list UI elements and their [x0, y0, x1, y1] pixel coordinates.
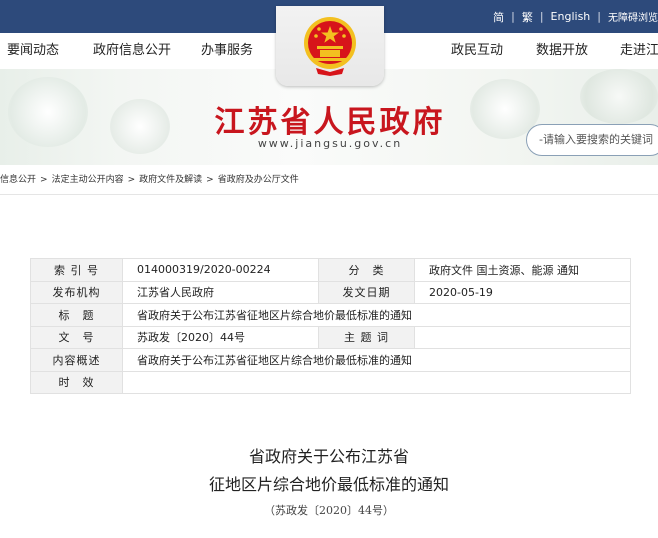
- nav-item-news[interactable]: 要闻动态: [7, 33, 59, 69]
- breadcrumb-bar: 信息公开 > 法定主动公开内容 > 政府文件及解读 > 省政府及办公厅文件: [0, 165, 658, 195]
- category-value: 政府文件 国土资源、能源 通知: [414, 258, 631, 282]
- breadcrumb: 信息公开 > 法定主动公开内容 > 政府文件及解读 > 省政府及办公厅文件: [0, 165, 299, 195]
- accessibility-link[interactable]: 无障碍浏览: [601, 9, 658, 24]
- category-label: 分 类: [318, 258, 415, 282]
- issue-date-value: 2020-05-19: [414, 280, 631, 304]
- table-row: 内容概述 省政府关于公布江苏省征地区片综合地价最低标准的通知: [30, 348, 631, 372]
- table-row: 索 引 号 014000319/2020-00224 分 类 政府文件 国土资源…: [30, 258, 631, 282]
- nav-item-about[interactable]: 走进江: [620, 33, 658, 69]
- decorative-flower: [110, 99, 170, 154]
- index-number-value: 014000319/2020-00224: [122, 258, 319, 282]
- traditional-chinese-link[interactable]: 繁: [515, 9, 540, 25]
- breadcrumb-item-info-disclosure[interactable]: 信息公开: [0, 175, 36, 185]
- search-input[interactable]: -请输入要搜索的关键词: [526, 124, 658, 156]
- top-links: 简 | 繁 | English | 无障碍浏览: [486, 0, 658, 33]
- site-url: www.jiangsu.gov.cn: [257, 137, 403, 150]
- document-number-label: 文 号: [30, 325, 123, 349]
- table-row: 发布机构 江苏省人民政府 发文日期 2020-05-19: [30, 280, 631, 304]
- breadcrumb-item-provincial-documents[interactable]: 省政府及办公厅文件: [218, 175, 299, 185]
- validity-label: 时 效: [30, 370, 123, 394]
- document-number: （苏政发〔2020〕44号）: [264, 504, 394, 517]
- national-emblem-tab[interactable]: [276, 6, 384, 86]
- decorative-flower: [8, 77, 88, 147]
- validity-value: [122, 370, 631, 394]
- document-title: 省政府关于公布江苏省 征地区片综合地价最低标准的通知: [0, 443, 658, 499]
- index-number-label: 索 引 号: [30, 258, 123, 282]
- issue-date-label: 发文日期: [318, 280, 415, 304]
- site-title: 江苏省人民政府: [214, 105, 446, 140]
- document-title-line: 征地区片综合地价最低标准的通知: [208, 475, 449, 494]
- document-meta-table: 索 引 号 014000319/2020-00224 分 类 政府文件 国土资源…: [30, 258, 631, 394]
- publisher-value: 江苏省人民政府: [122, 280, 319, 304]
- nav-item-interaction[interactable]: 政民互动: [451, 33, 503, 69]
- breadcrumb-separator: >: [127, 175, 136, 185]
- summary-label: 内容概述: [30, 348, 123, 372]
- title-value: 省政府关于公布江苏省征地区片综合地价最低标准的通知: [122, 303, 631, 327]
- nav-item-open-data[interactable]: 数据开放: [536, 33, 588, 69]
- document-title-line: 省政府关于公布江苏省: [248, 447, 409, 466]
- national-emblem-icon: [304, 17, 356, 76]
- breadcrumb-separator: >: [40, 175, 48, 185]
- nav-item-services[interactable]: 办事服务: [201, 33, 253, 69]
- table-row: 时 效: [30, 370, 631, 394]
- document-number-value: 苏政发〔2020〕44号: [122, 325, 319, 349]
- breadcrumb-separator: >: [206, 175, 214, 185]
- table-row: 文 号 苏政发〔2020〕44号 主 题 词: [30, 325, 631, 349]
- breadcrumb-item-statutory-content[interactable]: 法定主动公开内容: [52, 175, 124, 185]
- page-root: 简 | 繁 | English | 无障碍浏览 要闻动态 政府信息公开 办事服务…: [0, 0, 658, 538]
- title-label: 标 题: [30, 303, 123, 327]
- english-link[interactable]: English: [544, 10, 598, 23]
- summary-value: 省政府关于公布江苏省征地区片综合地价最低标准的通知: [122, 348, 631, 372]
- simplified-chinese-link[interactable]: 简: [486, 9, 511, 25]
- nav-item-info-disclosure[interactable]: 政府信息公开: [93, 33, 171, 69]
- subject-label: 主 题 词: [318, 325, 415, 349]
- publisher-label: 发布机构: [30, 280, 123, 304]
- table-row: 标 题 省政府关于公布江苏省征地区片综合地价最低标准的通知: [30, 303, 631, 327]
- breadcrumb-item-gov-documents[interactable]: 政府文件及解读: [139, 175, 202, 185]
- subject-value: [414, 325, 631, 349]
- decorative-flower: [580, 69, 658, 124]
